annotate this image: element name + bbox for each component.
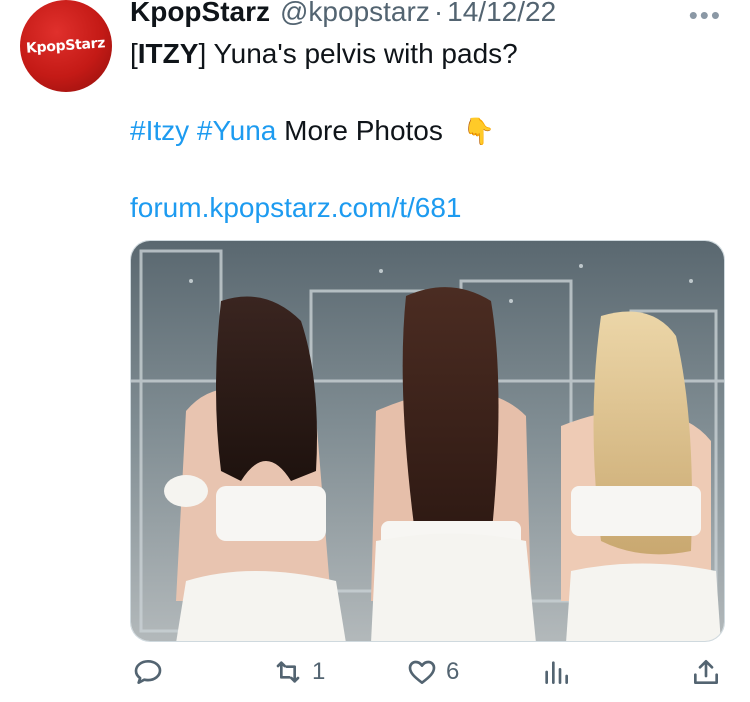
tweet-text-line-1: [ITZY] Yuna's pelvis with pads? — [130, 38, 518, 70]
author-name[interactable]: KpopStarz — [130, 0, 270, 28]
avatar-logo-text: KpopStarz — [25, 35, 107, 57]
retweet-count: 1 — [312, 658, 326, 685]
hashtag-itzy[interactable]: #Itzy — [130, 115, 189, 146]
text-bracket-open: [ — [130, 38, 138, 69]
tweet-link[interactable]: forum.kpopstarz.com/t/681 — [130, 192, 461, 223]
text-main: Yuna's pelvis with pads? — [206, 38, 518, 69]
hashtag-yuna[interactable]: #Yuna — [197, 115, 276, 146]
retweet-icon — [276, 661, 300, 683]
reply-button[interactable] — [132, 656, 172, 688]
retweet-button[interactable]: 1 — [272, 656, 325, 688]
pointing-down-icon: 👇 — [462, 116, 496, 146]
share-button[interactable] — [690, 656, 722, 688]
reply-icon — [134, 660, 162, 684]
tweet-date[interactable]: 14/12/22 — [447, 0, 556, 28]
stage-photo-illustration — [131, 241, 724, 641]
views-icon — [545, 661, 568, 684]
separator-dot: · — [433, 0, 444, 27]
tweet-header: KpopStarz @kpopstarz · 14/12/22 — [130, 0, 556, 30]
tweet-text-line-2: #Itzy #Yuna More Photos 👇 — [130, 115, 495, 147]
more-photos-text: More Photos — [276, 115, 443, 146]
share-icon — [694, 660, 718, 684]
like-count: 6 — [446, 658, 460, 685]
tweet-photo[interactable] — [130, 240, 725, 642]
text-tag: ITZY — [137, 38, 199, 69]
views-button[interactable] — [540, 656, 580, 688]
like-button[interactable]: 6 — [406, 656, 459, 688]
author-handle[interactable]: @kpopstarz — [280, 0, 430, 28]
tweet-actions: 1 6 — [130, 656, 730, 700]
avatar[interactable]: KpopStarz — [20, 0, 112, 92]
like-icon — [408, 660, 436, 684]
tweet-text-line-3: forum.kpopstarz.com/t/681 — [130, 192, 461, 224]
more-icon[interactable]: ••• — [689, 0, 722, 31]
